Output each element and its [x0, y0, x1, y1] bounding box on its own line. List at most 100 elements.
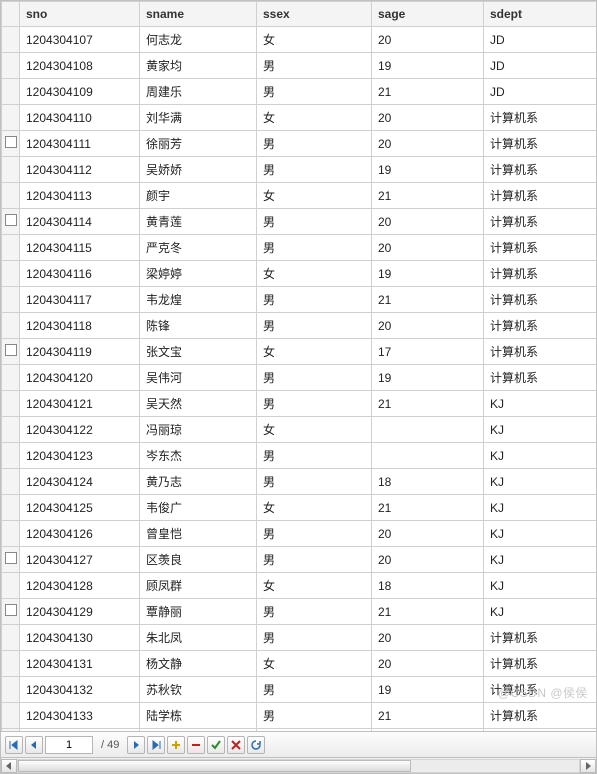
table-row[interactable]: 1204304113颜宇女21计算机系 — [2, 183, 597, 209]
cell-sage[interactable]: 20 — [372, 521, 484, 547]
cell-sage[interactable]: 21 — [372, 495, 484, 521]
nav-last-button[interactable] — [147, 736, 165, 754]
cell-sname[interactable]: 何志龙 — [140, 27, 257, 53]
table-row[interactable]: 1204304132苏秋钦男19计算机系 — [2, 677, 597, 703]
cell-sno[interactable]: 1204304129 — [20, 599, 140, 625]
cell-sname[interactable]: 严克冬 — [140, 235, 257, 261]
cell-sage[interactable]: 20 — [372, 729, 484, 732]
cell-sage[interactable]: 19 — [372, 261, 484, 287]
table-row[interactable]: 1204304125韦俊广女21KJ — [2, 495, 597, 521]
cell-ssex[interactable]: 男 — [257, 235, 372, 261]
cell-sdept[interactable]: KJ — [484, 573, 597, 599]
cell-sno[interactable]: 1204304127 — [20, 547, 140, 573]
cell-sage[interactable]: 17 — [372, 339, 484, 365]
col-ssex[interactable]: ssex — [257, 2, 372, 27]
row-handle[interactable] — [2, 339, 20, 365]
table-row[interactable]: 1204304116梁婷婷女19计算机系 — [2, 261, 597, 287]
cell-sno[interactable]: 1204304134 — [20, 729, 140, 732]
cell-sno[interactable]: 1204304119 — [20, 339, 140, 365]
cell-sage[interactable]: 20 — [372, 547, 484, 573]
table-row[interactable]: 1204304117韦龙煌男21计算机系 — [2, 287, 597, 313]
cell-sdept[interactable]: 计算机系 — [484, 105, 597, 131]
cell-sno[interactable]: 1204304125 — [20, 495, 140, 521]
row-handle[interactable] — [2, 313, 20, 339]
cell-sdept[interactable]: KJ — [484, 443, 597, 469]
nav-next-button[interactable] — [127, 736, 145, 754]
cell-sdept[interactable]: 计算机系 — [484, 261, 597, 287]
cell-sname[interactable]: 吴世鑫 — [140, 729, 257, 732]
cell-ssex[interactable]: 女 — [257, 27, 372, 53]
cell-sno[interactable]: 1204304110 — [20, 105, 140, 131]
cell-ssex[interactable]: 男 — [257, 469, 372, 495]
nav-refresh-button[interactable] — [247, 736, 265, 754]
cell-ssex[interactable]: 女 — [257, 651, 372, 677]
row-handle[interactable] — [2, 235, 20, 261]
cell-sage[interactable]: 21 — [372, 79, 484, 105]
table-row[interactable]: 1204304124黄乃志男18KJ — [2, 469, 597, 495]
nav-commit-button[interactable] — [207, 736, 225, 754]
cell-ssex[interactable]: 女 — [257, 417, 372, 443]
row-handle[interactable] — [2, 27, 20, 53]
cell-sage[interactable]: 18 — [372, 573, 484, 599]
cell-ssex[interactable]: 女 — [257, 339, 372, 365]
nav-cancel-button[interactable] — [227, 736, 245, 754]
cell-ssex[interactable]: 男 — [257, 131, 372, 157]
cell-sno[interactable]: 1204304121 — [20, 391, 140, 417]
cell-sname[interactable]: 黄青莲 — [140, 209, 257, 235]
row-handle[interactable] — [2, 209, 20, 235]
cell-sno[interactable]: 1204304133 — [20, 703, 140, 729]
cell-sno[interactable]: 1204304126 — [20, 521, 140, 547]
cell-sname[interactable]: 韦龙煌 — [140, 287, 257, 313]
cell-ssex[interactable]: 男 — [257, 391, 372, 417]
scroll-left-button[interactable] — [1, 759, 17, 773]
table-row[interactable]: 1204304118陈锋男20计算机系 — [2, 313, 597, 339]
row-handle[interactable] — [2, 729, 20, 732]
cell-sno[interactable]: 1204304120 — [20, 365, 140, 391]
cell-sdept[interactable]: JD — [484, 27, 597, 53]
table-row[interactable]: 1204304119张文宝女17计算机系 — [2, 339, 597, 365]
cell-sno[interactable]: 1204304109 — [20, 79, 140, 105]
cell-sdept[interactable]: KJ — [484, 417, 597, 443]
cell-sdept[interactable]: 计算机系 — [484, 235, 597, 261]
col-sno[interactable]: sno — [20, 2, 140, 27]
horizontal-scrollbar[interactable] — [1, 757, 596, 773]
cell-sage[interactable]: 21 — [372, 287, 484, 313]
cell-sage[interactable]: 20 — [372, 313, 484, 339]
table-row[interactable]: 1204304114黄青莲男20计算机系 — [2, 209, 597, 235]
cell-sdept[interactable]: 计算机系 — [484, 131, 597, 157]
table-row[interactable]: 1204304127区羡良男20KJ — [2, 547, 597, 573]
cell-sname[interactable]: 黄家均 — [140, 53, 257, 79]
cell-sage[interactable]: 21 — [372, 391, 484, 417]
cell-sdept[interactable]: 计算机系 — [484, 625, 597, 651]
cell-sno[interactable]: 1204304113 — [20, 183, 140, 209]
cell-sname[interactable]: 黄乃志 — [140, 469, 257, 495]
cell-sage[interactable]: 21 — [372, 703, 484, 729]
cell-sdept[interactable]: KJ — [484, 521, 597, 547]
cell-ssex[interactable]: 男 — [257, 547, 372, 573]
cell-ssex[interactable]: 男 — [257, 313, 372, 339]
cell-sdept[interactable]: 计算机系 — [484, 287, 597, 313]
cell-ssex[interactable]: 男 — [257, 625, 372, 651]
table-row[interactable]: 1204304121吴天然男21KJ — [2, 391, 597, 417]
table-row[interactable]: 1204304126曾皇恺男20KJ — [2, 521, 597, 547]
scroll-right-button[interactable] — [580, 759, 596, 773]
cell-sdept[interactable]: 计算机系 — [484, 677, 597, 703]
row-handle[interactable] — [2, 495, 20, 521]
nav-page-input[interactable] — [45, 736, 93, 754]
cell-sdept[interactable]: 计算机系 — [484, 365, 597, 391]
scroll-track[interactable] — [17, 759, 580, 773]
table-row[interactable]: 1204304134吴世鑫女20计算机系 — [2, 729, 597, 732]
cell-sname[interactable]: 周建乐 — [140, 79, 257, 105]
cell-sname[interactable]: 吴伟河 — [140, 365, 257, 391]
cell-sname[interactable]: 覃静丽 — [140, 599, 257, 625]
cell-ssex[interactable]: 男 — [257, 79, 372, 105]
table-row[interactable]: 1204304108黄家均男19JD — [2, 53, 597, 79]
table-row[interactable]: 1204304130朱北凤男20计算机系 — [2, 625, 597, 651]
cell-sno[interactable]: 1204304123 — [20, 443, 140, 469]
cell-ssex[interactable]: 女 — [257, 105, 372, 131]
cell-ssex[interactable]: 女 — [257, 261, 372, 287]
cell-sdept[interactable]: KJ — [484, 547, 597, 573]
row-handle[interactable] — [2, 105, 20, 131]
row-handle[interactable] — [2, 365, 20, 391]
row-handle[interactable] — [2, 599, 20, 625]
